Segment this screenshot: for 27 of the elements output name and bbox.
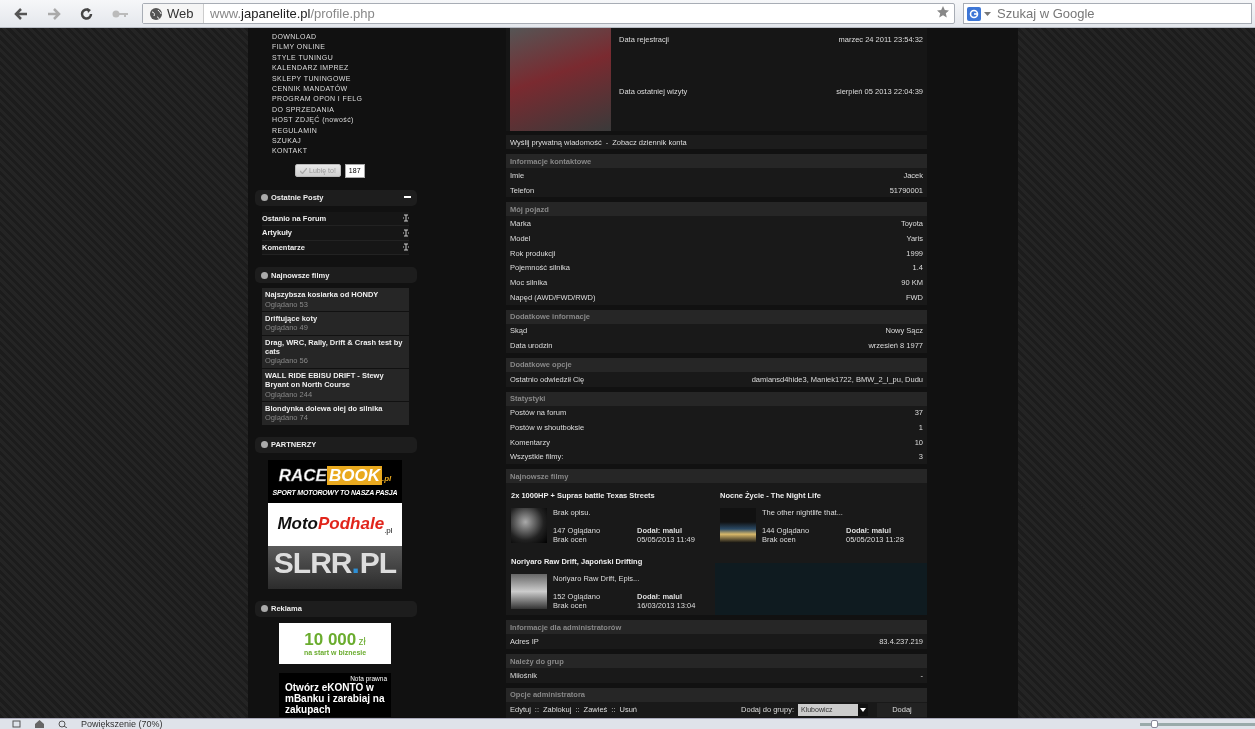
expand-icon[interactable] xyxy=(403,243,409,252)
back-icon[interactable] xyxy=(14,6,28,21)
bullet-icon xyxy=(261,441,268,449)
zoom-status-text: Powiększenie (70%) xyxy=(81,719,163,729)
zoom-slider[interactable] xyxy=(1140,722,1255,726)
expand-icon[interactable] xyxy=(403,214,409,223)
address-bar[interactable]: Web www.japanelite.pl/profile.php xyxy=(142,3,955,24)
collapse-icon[interactable] xyxy=(404,196,411,200)
bullet-icon xyxy=(261,194,268,202)
expand-icon[interactable] xyxy=(403,228,409,237)
home-icon[interactable] xyxy=(35,720,44,728)
bullet-icon xyxy=(261,605,268,613)
bullet-icon xyxy=(261,271,268,279)
url-text: www.japanelite.pl/profile.php xyxy=(210,6,376,21)
bookmark-star-icon[interactable] xyxy=(936,4,950,19)
video-thumbnail[interactable] xyxy=(511,508,547,544)
slider-thumb[interactable] xyxy=(1150,719,1158,728)
panel-icon[interactable] xyxy=(12,720,21,728)
video-thumbnail[interactable] xyxy=(511,574,547,610)
globe-icon xyxy=(149,6,163,21)
partner-logo[interactable]: SLRR.PL xyxy=(268,545,402,589)
site-info-button[interactable]: Web xyxy=(143,4,204,23)
reload-icon[interactable] xyxy=(80,6,94,21)
video-thumbnail[interactable] xyxy=(720,508,756,544)
caret-icon[interactable] xyxy=(860,707,866,712)
check-icon xyxy=(300,167,307,174)
magnifier-icon[interactable] xyxy=(58,720,67,728)
